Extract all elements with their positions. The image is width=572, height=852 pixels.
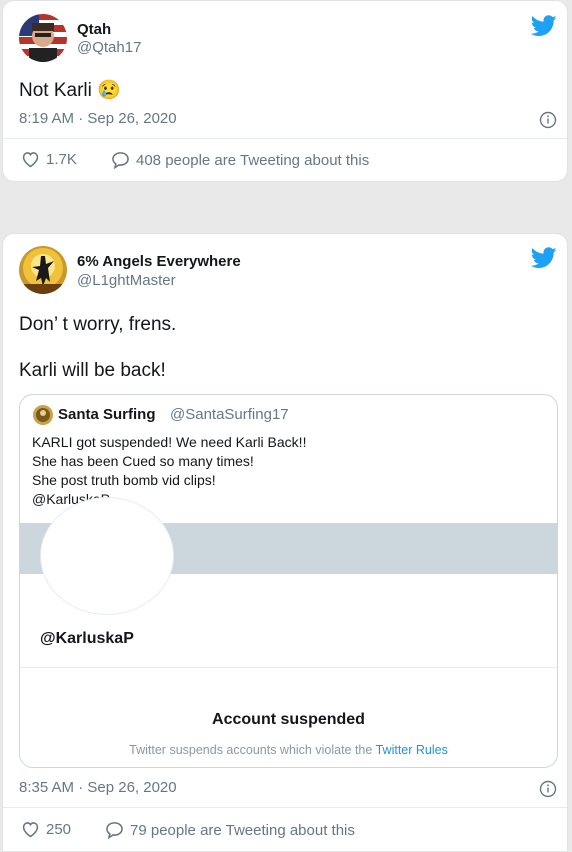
heart-icon — [22, 822, 39, 838]
tweet-timestamp[interactable]: 8:19 AM · Sep 26, 2020 — [19, 110, 177, 127]
speech-bubble-icon — [106, 822, 123, 839]
like-button[interactable]: 1.7K — [21, 151, 77, 168]
user-handle[interactable]: @L1ghtMaster — [77, 272, 176, 289]
display-name[interactable]: 6% Angels Everywhere — [77, 253, 241, 270]
conversation-button[interactable]: 79 people are Tweeting about this — [105, 821, 355, 839]
tweet-text-line: Not Karli 😢 — [19, 80, 121, 101]
tweet-text-line-2: Karli will be back! — [19, 360, 166, 381]
user-handle[interactable]: @Qtah17 — [77, 39, 141, 56]
speech-bubble-icon — [112, 152, 129, 169]
quoted-text-line: She has been Cued so many times! — [32, 453, 254, 469]
account-suspended-title: Account suspended — [212, 711, 365, 728]
avatar-angels[interactable] — [19, 246, 67, 294]
conversation-text: 79 people are Tweeting about this — [130, 821, 355, 839]
quoted-display-name[interactable]: Santa Surfing — [58, 406, 156, 423]
quoted-avatar[interactable] — [33, 405, 53, 425]
tweet-text: Not Karli 😢 — [19, 78, 121, 102]
like-button[interactable]: 250 — [21, 821, 71, 838]
suspension-note-text: Twitter suspends accounts which violate … — [129, 743, 373, 757]
conversation-text: 408 people are Tweeting about this — [136, 151, 370, 169]
suspension-note: Twitter suspends accounts which violate … — [20, 743, 557, 757]
twitter-bird-icon[interactable] — [531, 15, 557, 37]
quoted-text-line: KARLI got suspended! We need Karli Back!… — [32, 434, 307, 450]
twitter-bird-icon[interactable] — [531, 247, 557, 269]
tweet-card-qtah[interactable]: Qtah @Qtah17 Not Karli 😢 8:19 AM · Sep 2… — [2, 0, 568, 182]
heart-icon — [22, 152, 39, 168]
divider — [3, 138, 567, 139]
tweet-card-angels[interactable]: 6% Angels Everywhere @L1ghtMaster Don’ t… — [2, 233, 568, 852]
quoted-text-line: She post truth bomb vid clips! — [32, 472, 216, 488]
tweet-text-line-1: Don’ t worry, frens. — [19, 314, 177, 335]
twitter-rules-link[interactable]: Twitter Rules — [376, 743, 448, 757]
tweet-timestamp[interactable]: 8:35 AM · Sep 26, 2020 — [19, 779, 177, 796]
profile-picture-placeholder — [40, 497, 174, 615]
quoted-handle[interactable]: @SantaSurfing17 — [170, 406, 289, 423]
display-name[interactable]: Qtah — [77, 21, 111, 38]
conversation-button[interactable]: 408 people are Tweeting about this — [111, 151, 369, 169]
divider — [3, 807, 567, 808]
info-icon[interactable] — [539, 780, 557, 798]
quoted-tweet[interactable]: Santa Surfing @SantaSurfing17 KARLI got … — [19, 394, 558, 768]
like-count: 1.7K — [46, 151, 77, 168]
avatar-qtah[interactable] — [19, 14, 67, 62]
info-icon[interactable] — [539, 111, 557, 129]
divider — [20, 667, 557, 668]
quoted-text: KARLI got suspended! We need Karli Back!… — [32, 433, 306, 509]
suspended-profile-handle[interactable]: @KarluskaP — [40, 630, 134, 648]
like-count: 250 — [46, 821, 72, 838]
